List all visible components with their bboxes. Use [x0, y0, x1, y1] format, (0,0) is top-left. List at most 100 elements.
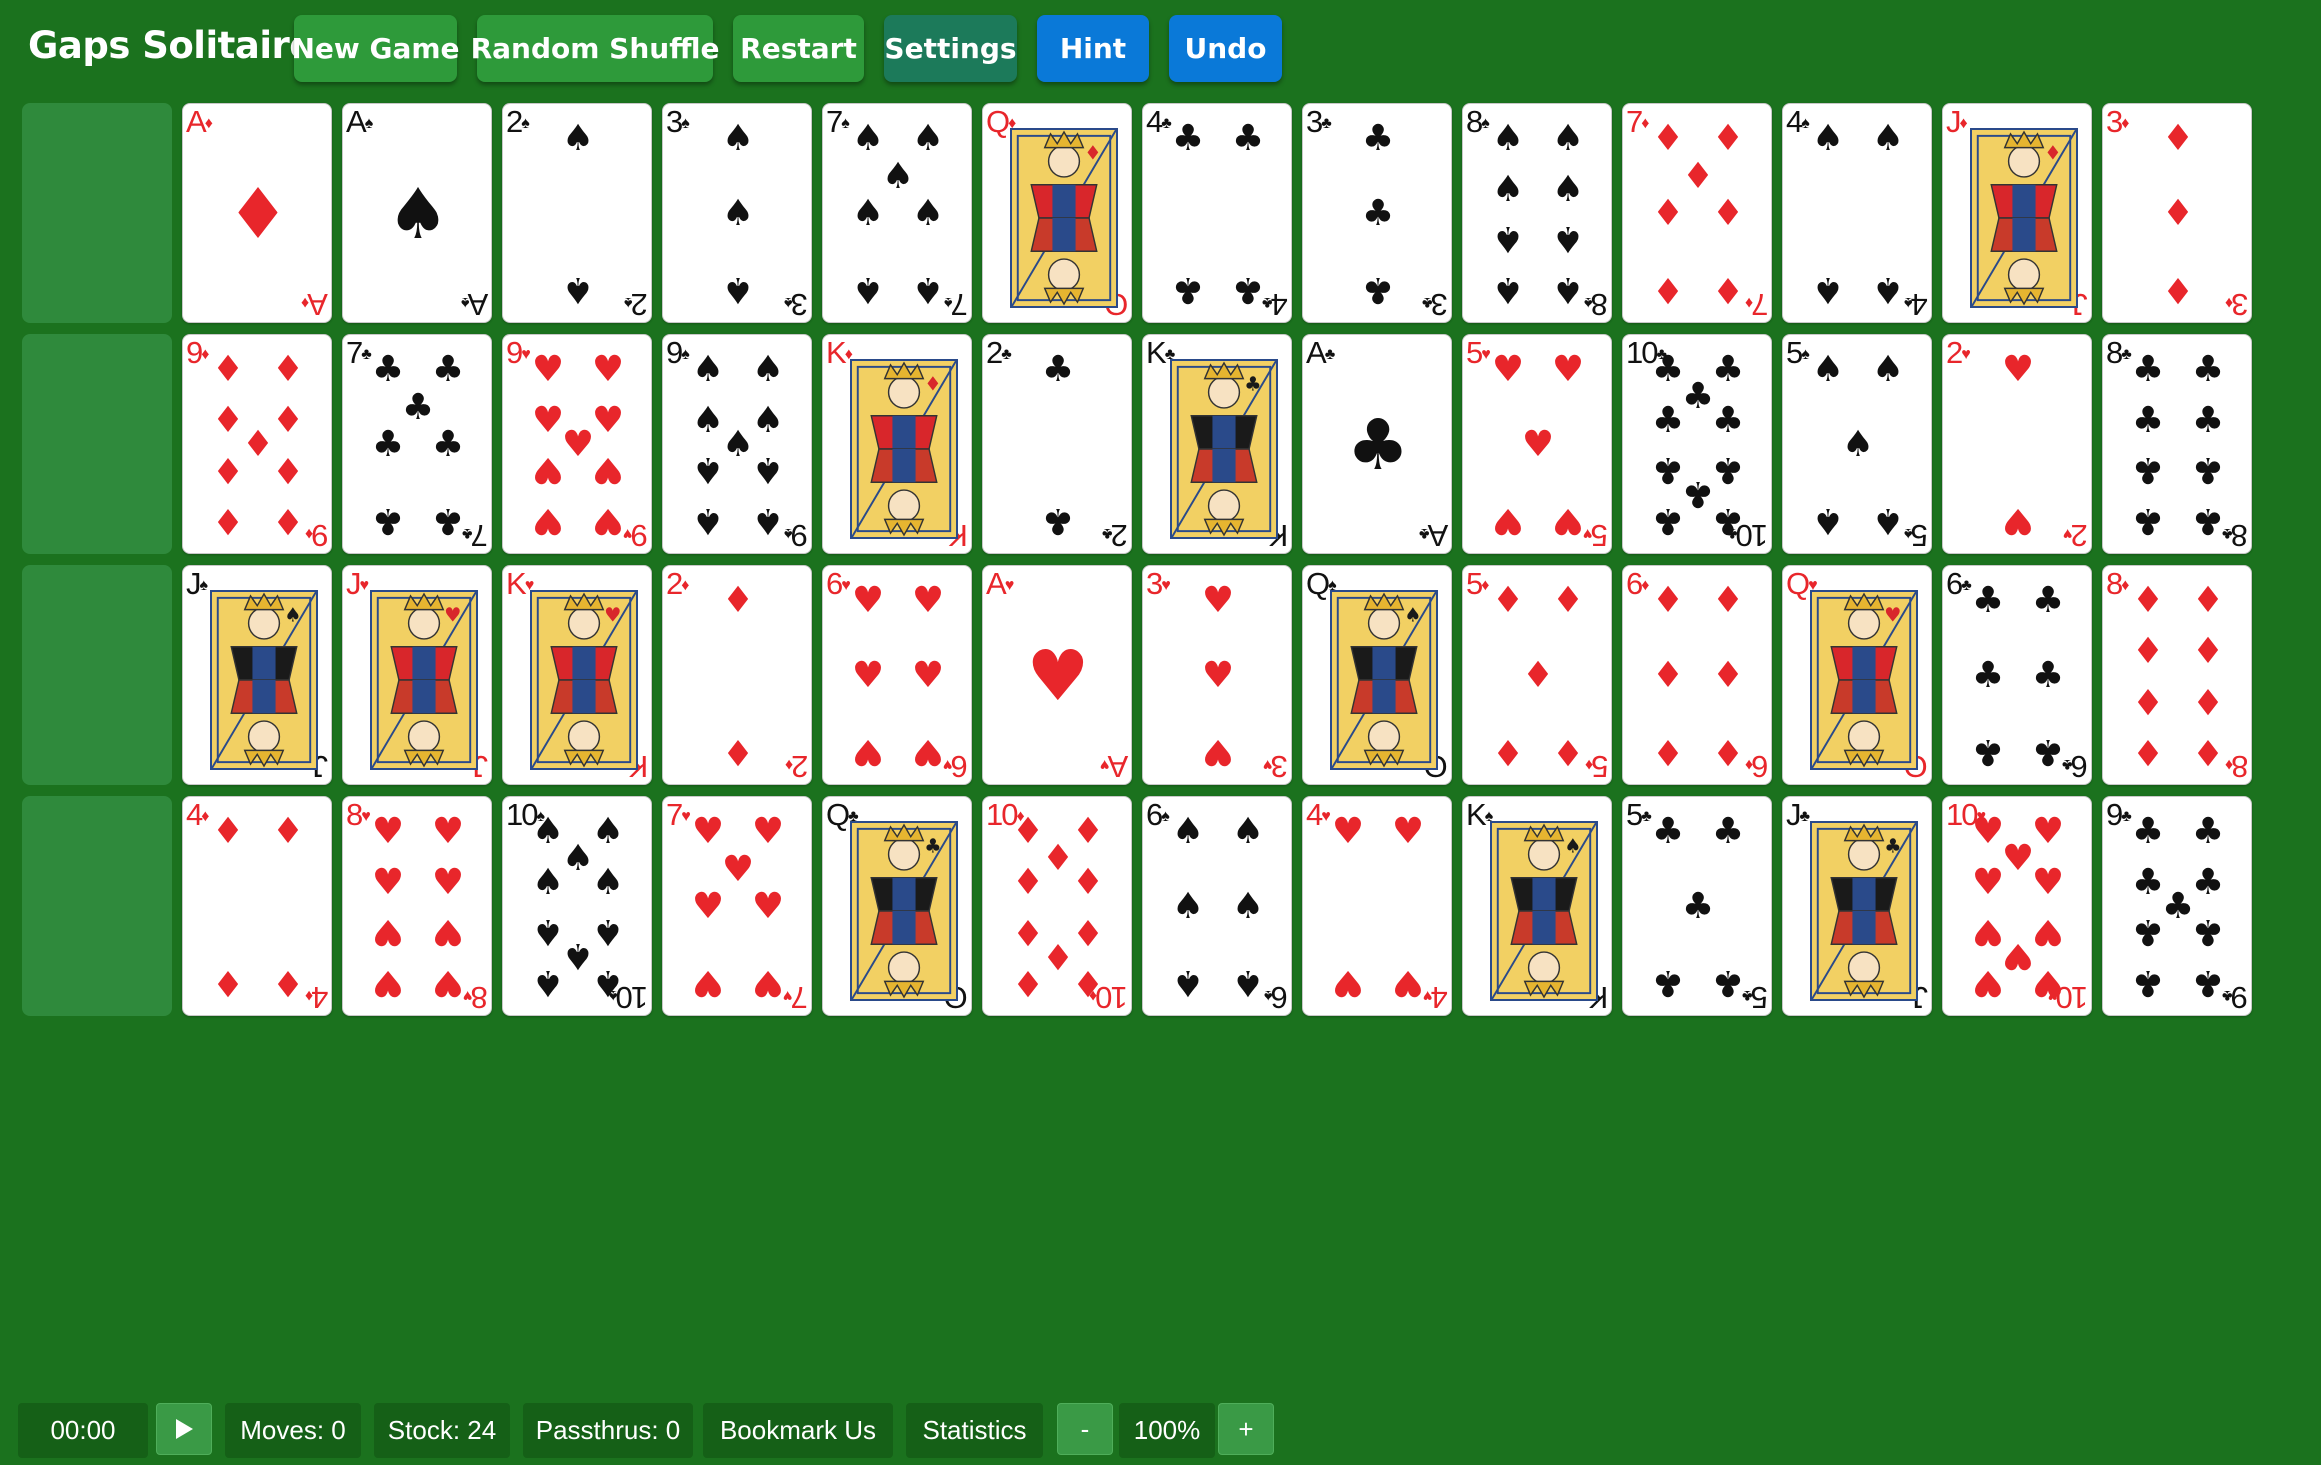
heart-icon: ♥ [1321, 808, 1331, 825]
empty-gap-slot[interactable] [22, 103, 172, 323]
spade-icon: ♠ [624, 294, 633, 311]
diamond-icon: ♦ [2131, 730, 2165, 772]
card-4-of-diamonds[interactable]: 4♦ 4♦ ♦ ♦ ♦ ♦ [182, 796, 332, 1016]
restart-button[interactable]: Restart [733, 15, 864, 82]
club-icon: ♣ [2031, 580, 2065, 622]
spade-icon: ♠ [911, 268, 945, 310]
card-2-of-diamonds[interactable]: 2♦ 2♦ ♦ ♦ [662, 565, 812, 785]
card-4-of-hearts[interactable]: 4♥ 4♥ ♥ ♥ ♥ ♥ [1302, 796, 1452, 1016]
diamond-icon: ♦ [201, 808, 210, 825]
card-8-of-hearts[interactable]: 8♥ 8♥ ♥ ♥ ♥ ♥ ♥ ♥ ♥ ♥ [342, 796, 492, 1016]
card-8-of-diamonds[interactable]: 8♦ 8♦ ♦ ♦ ♦ ♦ ♦ ♦ ♦ ♦ [2102, 565, 2252, 785]
card-8-of-clubs[interactable]: 8♣ 8♣ ♣ ♣ ♣ ♣ ♣ ♣ ♣ ♣ [2102, 334, 2252, 554]
card-2-of-hearts[interactable]: 2♥ 2♥ ♥ ♥ [1942, 334, 2092, 554]
card-10-of-clubs[interactable]: 10♣ 10♣ ♣ ♣ ♣ ♣ ♣ ♣ ♣ ♣ ♣ ♣ [1622, 334, 1772, 554]
card-5-of-hearts[interactable]: 5♥ 5♥ ♥ ♥ ♥ ♥ ♥ [1462, 334, 1612, 554]
card-7-of-diamonds[interactable]: 7♦ 7♦ ♦ ♦ ♦ ♦ ♦ ♦ ♦ [1622, 103, 1772, 323]
card-10-of-spades[interactable]: 10♠ 10♠ ♠ ♠ ♠ ♠ ♠ ♠ ♠ ♠ ♠ ♠ [502, 796, 652, 1016]
card-rank: 6 [1752, 749, 1768, 784]
diamond-icon: ♦ [271, 961, 305, 1003]
settings-button[interactable]: Settings [884, 15, 1017, 82]
card-6-of-clubs[interactable]: 6♣ 6♣ ♣ ♣ ♣ ♣ ♣ ♣ [1942, 565, 2092, 785]
heart-icon: ♥ [531, 449, 565, 491]
card-rank: 7 [666, 797, 683, 832]
card-3-of-hearts[interactable]: 3♥ 3♥ ♥ ♥ ♥ [1142, 565, 1292, 785]
card-9-of-spades[interactable]: 9♠ 9♠ ♠ ♠ ♠ ♠ ♠ ♠ ♠ ♠ ♠ [662, 334, 812, 554]
card-10-of-hearts[interactable]: 10♥ 10♥ ♥ ♥ ♥ ♥ ♥ ♥ ♥ ♥ ♥ ♥ [1942, 796, 2092, 1016]
card-10-of-diamonds[interactable]: 10♦ 10♦ ♦ ♦ ♦ ♦ ♦ ♦ ♦ ♦ ♦ ♦ [982, 796, 1132, 1016]
card-6-of-diamonds[interactable]: 6♦ 6♦ ♦ ♦ ♦ ♦ ♦ ♦ [1622, 565, 1772, 785]
card-5-of-diamonds[interactable]: 5♦ 5♦ ♦ ♦ ♦ ♦ ♦ [1462, 565, 1612, 785]
card-queen-of-hearts[interactable]: Q♥Q♥♥ [1782, 565, 1932, 785]
heart-icon: ♥ [911, 580, 945, 622]
spade-icon: ♠ [721, 424, 755, 465]
heart-icon: ♥ [359, 577, 370, 594]
card-9-of-hearts[interactable]: 9♥ 9♥ ♥ ♥ ♥ ♥ ♥ ♥ ♥ ♥ ♥ [502, 334, 652, 554]
card-jack-of-clubs[interactable]: J♣J♣♣ [1782, 796, 1932, 1016]
card-queen-of-clubs[interactable]: Q♣Q♣♣ [822, 796, 972, 1016]
play-button[interactable] [156, 1403, 212, 1455]
card-queen-of-diamonds[interactable]: Q♦Q♦♦ [982, 103, 1132, 323]
spade-icon: ♠ [460, 294, 470, 311]
card-ace-of-hearts[interactable]: A♥ A♥ ♥ [982, 565, 1132, 785]
club-icon: ♣ [1418, 525, 1430, 542]
card-2-of-spades[interactable]: 2♠ 2♠ ♠ ♠ [502, 103, 652, 323]
jack-face-art: ♣ [1810, 821, 1918, 1001]
card-3-of-spades[interactable]: 3♠ 3♠ ♠ ♠ ♠ [662, 103, 812, 323]
card-index: 6♠ [1146, 799, 1170, 831]
statistics-button[interactable]: Statistics [906, 1403, 1043, 1458]
card-king-of-hearts[interactable]: K♥K♥♥ [502, 565, 652, 785]
club-icon: ♣ [1711, 811, 1745, 853]
jack-face-art: ♦ [1970, 128, 2078, 308]
bookmark-button[interactable]: Bookmark Us [703, 1403, 893, 1458]
card-7-of-spades[interactable]: 7♠ 7♠ ♠ ♠ ♠ ♠ ♠ ♠ ♠ [822, 103, 972, 323]
card-ace-of-diamonds[interactable]: A♦ A♦ ♦ [182, 103, 332, 323]
club-icon: ♣ [2191, 861, 2225, 903]
card-index: 9♣ [2222, 980, 2248, 1015]
new-game-button[interactable]: New Game [291, 15, 460, 82]
empty-gap-slot[interactable] [22, 334, 172, 554]
zoom-out-button[interactable]: - [1057, 1403, 1113, 1455]
card-4-of-spades[interactable]: 4♠ 4♠ ♠ ♠ ♠ ♠ [1782, 103, 1932, 323]
card-jack-of-diamonds[interactable]: J♦J♦♦ [1942, 103, 2092, 323]
random-shuffle-button[interactable]: Random Shuffle [471, 15, 719, 82]
card-6-of-hearts[interactable]: 6♥ 6♥ ♥ ♥ ♥ ♥ ♥ ♥ [822, 565, 972, 785]
card-ace-of-spades[interactable]: A♠ A♠ ♠ [342, 103, 492, 323]
diamond-icon: ♦ [1711, 193, 1745, 234]
card-king-of-clubs[interactable]: K♣K♣♣ [1142, 334, 1292, 554]
card-jack-of-hearts[interactable]: J♥J♥♥ [342, 565, 492, 785]
undo-button[interactable]: Undo [1169, 15, 1282, 82]
card-3-of-diamonds[interactable]: 3♦ 3♦ ♦ ♦ ♦ [2102, 103, 2252, 323]
card-5-of-clubs[interactable]: 5♣ 5♣ ♣ ♣ ♣ ♣ ♣ [1622, 796, 1772, 1016]
card-rank: 9 [666, 335, 683, 370]
diamond-icon: ♦ [2191, 580, 2225, 622]
card-9-of-clubs[interactable]: 9♣ 9♣ ♣ ♣ ♣ ♣ ♣ ♣ ♣ ♣ ♣ [2102, 796, 2252, 1016]
club-icon: ♣ [431, 424, 465, 465]
card-4-of-clubs[interactable]: 4♣ 4♣ ♣ ♣ ♣ ♣ [1142, 103, 1292, 323]
card-king-of-spades[interactable]: K♠K♠♠ [1462, 796, 1612, 1016]
card-2-of-clubs[interactable]: 2♣ 2♣ ♣ ♣ [982, 334, 1132, 554]
card-6-of-spades[interactable]: 6♠ 6♠ ♠ ♠ ♠ ♠ ♠ ♠ [1142, 796, 1292, 1016]
card-5-of-spades[interactable]: 5♠ 5♠ ♠ ♠ ♠ ♠ ♠ [1782, 334, 1932, 554]
card-rank: J [1946, 104, 1961, 139]
empty-gap-slot[interactable] [22, 565, 172, 785]
diamond-icon: ♦ [226, 173, 290, 255]
hint-button[interactable]: Hint [1037, 15, 1149, 82]
card-8-of-spades[interactable]: 8♠ 8♠ ♠ ♠ ♠ ♠ ♠ ♠ ♠ ♠ [1462, 103, 1612, 323]
zoom-in-button[interactable]: + [1218, 1403, 1274, 1455]
card-ace-of-clubs[interactable]: A♣ A♣ ♣ [1302, 334, 1452, 554]
card-7-of-hearts[interactable]: 7♥ 7♥ ♥ ♥ ♥ ♥ ♥ ♥ ♥ [662, 796, 812, 1016]
card-index: 3♥ [1146, 568, 1171, 600]
card-queen-of-spades[interactable]: Q♠Q♠♠ [1302, 565, 1452, 785]
diamond-icon: ♦ [211, 349, 245, 391]
card-king-of-diamonds[interactable]: K♦K♦♦ [822, 334, 972, 554]
card-3-of-clubs[interactable]: 3♣ 3♣ ♣ ♣ ♣ [1302, 103, 1452, 323]
empty-gap-slot[interactable] [22, 796, 172, 1016]
card-7-of-clubs[interactable]: 7♣ 7♣ ♣ ♣ ♣ ♣ ♣ ♣ ♣ [342, 334, 492, 554]
diamond-icon: ♦ [1651, 193, 1685, 234]
club-icon: ♣ [1651, 811, 1685, 853]
spade-icon: ♠ [386, 173, 450, 255]
card-jack-of-spades[interactable]: J♠J♠♠ [182, 565, 332, 785]
card-index: 9♥ [623, 518, 648, 553]
card-9-of-diamonds[interactable]: 9♦ 9♦ ♦ ♦ ♦ ♦ ♦ ♦ ♦ ♦ ♦ [182, 334, 332, 554]
